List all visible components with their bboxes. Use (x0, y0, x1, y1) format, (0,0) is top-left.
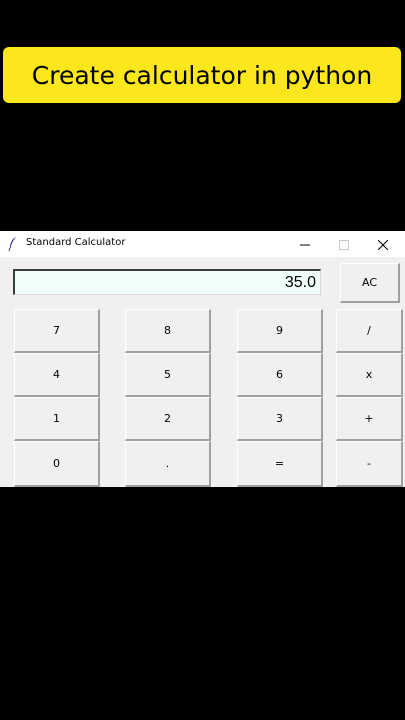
result-display[interactable]: 35.0 (13, 269, 321, 295)
multiply-button[interactable]: x (336, 353, 403, 397)
window-title: Standard Calculator (26, 237, 126, 248)
close-button[interactable] (365, 231, 401, 257)
title-banner: Create calculator in python (3, 47, 401, 103)
close-icon (377, 235, 389, 254)
nine-button[interactable]: 9 (237, 309, 323, 353)
six-button[interactable]: 6 (237, 353, 323, 397)
add-button[interactable]: + (336, 397, 403, 441)
calculator-window: Standard Calculator 35.0 AC 7 8 9 / 4 5 … (0, 231, 405, 487)
clear-button[interactable]: AC (340, 263, 400, 303)
subtract-button[interactable]: - (336, 441, 403, 487)
maximize-icon (339, 235, 349, 254)
five-button[interactable]: 5 (125, 353, 211, 397)
four-button[interactable]: 4 (14, 353, 100, 397)
two-button[interactable]: 2 (125, 397, 211, 441)
minimize-button[interactable] (287, 231, 323, 257)
window-titlebar[interactable]: Standard Calculator (0, 231, 405, 257)
eight-button[interactable]: 8 (125, 309, 211, 353)
minimize-icon (300, 235, 310, 254)
maximize-button[interactable] (326, 231, 362, 257)
seven-button[interactable]: 7 (14, 309, 100, 353)
one-button[interactable]: 1 (14, 397, 100, 441)
equals-button[interactable]: = (237, 441, 323, 487)
zero-button[interactable]: 0 (14, 441, 100, 487)
calculator-body: 35.0 AC 7 8 9 / 4 5 6 x 1 2 3 + 0 . = - (0, 257, 405, 487)
feather-icon (7, 236, 19, 252)
three-button[interactable]: 3 (237, 397, 323, 441)
dot-button[interactable]: . (125, 441, 211, 487)
divide-button[interactable]: / (336, 309, 403, 353)
banner-title: Create calculator in python (31, 60, 373, 90)
